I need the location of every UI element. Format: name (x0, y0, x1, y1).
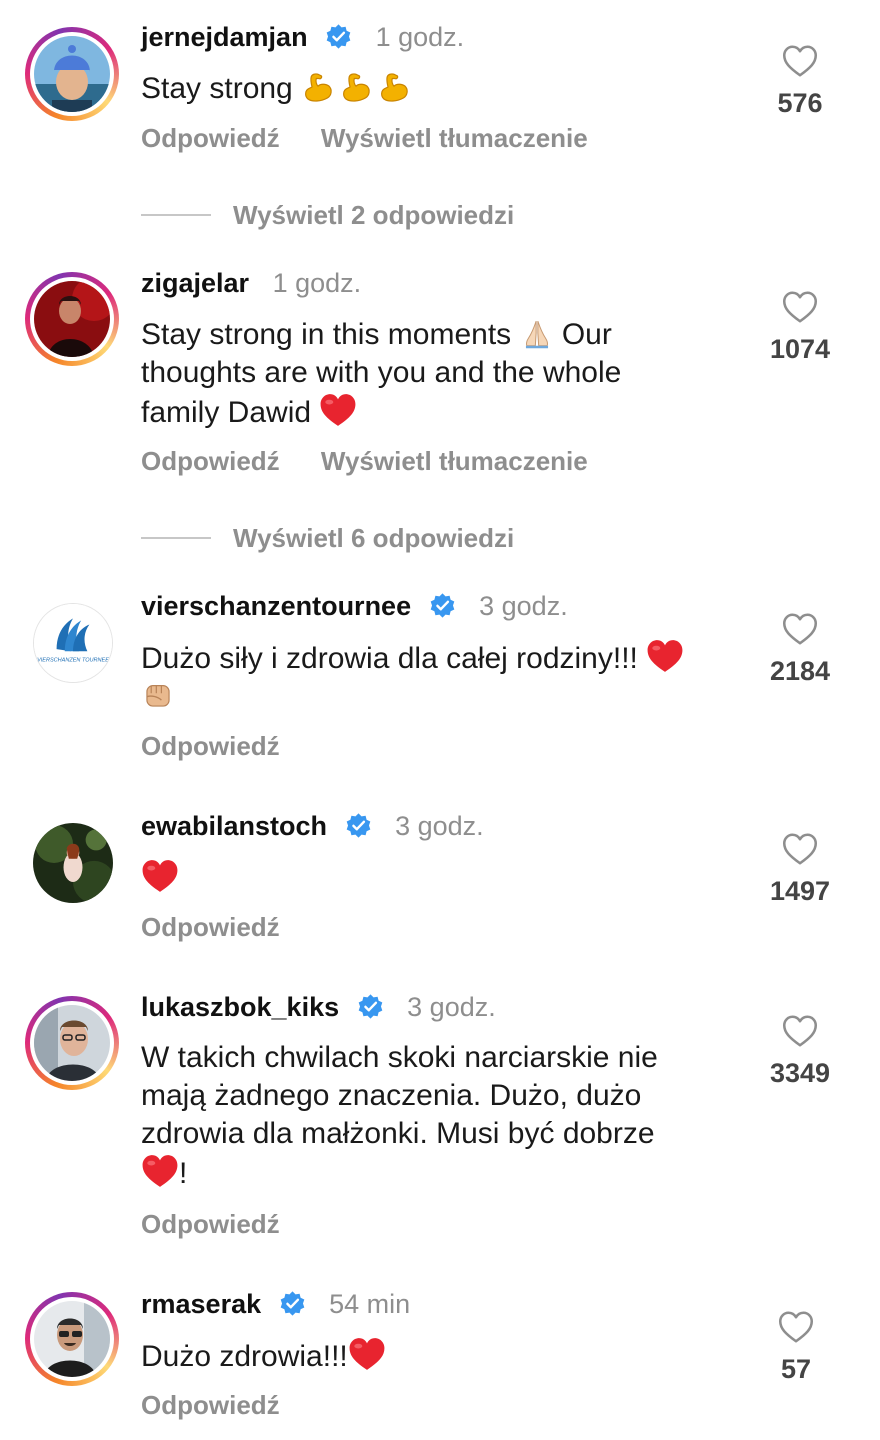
comment-time: 1 godz. (375, 22, 465, 52)
like-count: 57 (780, 1354, 812, 1384)
flexed-biceps-icon (339, 70, 373, 104)
comment-actions: Odpowiedź (141, 1209, 280, 1240)
comment-time: 3 godz. (479, 591, 568, 621)
avatar-ring[interactable] (33, 823, 113, 903)
username[interactable]: vierschanzentournee 3 godz. (141, 591, 568, 622)
reply-button[interactable]: Odpowiedź (141, 1390, 280, 1420)
logo-wordmark: VIERSCHANZEN TOURNEE (37, 657, 109, 663)
avatar[interactable] (33, 823, 113, 903)
heart-icon[interactable] (782, 1014, 818, 1048)
username[interactable]: ewabilanstoch 3 godz. (141, 811, 484, 842)
heart-icon[interactable] (778, 1310, 814, 1344)
like-control[interactable]: 1074 (760, 290, 840, 365)
comment-actions: Odpowiedź (141, 731, 280, 762)
avatar[interactable] (34, 1005, 110, 1081)
avatar[interactable] (34, 281, 110, 357)
comment-time: 3 godz. (395, 811, 484, 841)
comment-actions: Odpowiedź (141, 912, 280, 943)
red-heart-icon (348, 1336, 386, 1372)
reply-button[interactable]: Odpowiedź (141, 1209, 280, 1239)
view-replies-button[interactable]: Wyświetl 6 odpowiedzi (141, 523, 514, 554)
verified-badge-icon (357, 993, 384, 1020)
comment-actions: Odpowiedź Wyświetl tłumaczenie (141, 123, 588, 154)
like-control[interactable]: 576 (760, 44, 840, 119)
like-control[interactable]: 3349 (760, 1014, 840, 1089)
heart-icon[interactable] (782, 832, 818, 866)
avatar[interactable]: VIERSCHANZEN TOURNEE (34, 604, 112, 682)
verified-badge-icon (325, 23, 352, 50)
like-count: 3349 (769, 1058, 831, 1088)
comment-text: Stay strong (141, 70, 741, 108)
like-count: 2184 (769, 656, 831, 686)
like-count: 1074 (769, 334, 831, 364)
comment-actions: Odpowiedź Wyświetl tłumaczenie (141, 446, 588, 477)
comment-text: Dużo zdrowia!!! (141, 1336, 741, 1376)
reply-button[interactable]: Odpowiedź (141, 731, 280, 761)
username[interactable]: jernejdamjan 1 godz. (141, 22, 464, 53)
heart-icon[interactable] (782, 290, 818, 324)
divider-line (141, 214, 211, 216)
reply-button[interactable]: Odpowiedź (141, 912, 280, 942)
red-heart-icon (141, 1153, 179, 1189)
like-control[interactable]: 2184 (760, 612, 840, 687)
story-ring[interactable] (25, 27, 119, 121)
story-ring[interactable] (25, 996, 119, 1090)
folded-hands-icon (520, 316, 554, 350)
avatar[interactable] (34, 36, 110, 112)
comment-time: 54 min (329, 1289, 411, 1319)
heart-icon[interactable] (782, 612, 818, 646)
comment-text: Dużo siły i zdrowia dla całej rodziny!!! (141, 638, 751, 716)
red-heart-icon (646, 638, 684, 674)
story-ring[interactable] (25, 272, 119, 366)
avatar[interactable] (34, 1301, 110, 1377)
translate-button[interactable]: Wyświetl tłumaczenie (321, 123, 588, 153)
flexed-biceps-icon (301, 70, 335, 104)
comment-actions: Odpowiedź (141, 1390, 280, 1421)
story-ring[interactable] (25, 1292, 119, 1386)
verified-badge-icon (429, 592, 456, 619)
avatar-ring[interactable]: VIERSCHANZEN TOURNEE (33, 603, 113, 683)
flexed-biceps-icon (377, 70, 411, 104)
red-heart-icon (319, 392, 357, 428)
username[interactable]: rmaserak 54 min (141, 1289, 410, 1320)
like-control[interactable]: 1497 (760, 832, 840, 907)
reply-button[interactable]: Odpowiedź (141, 446, 280, 476)
comment-text: W takich chwilach skoki narciarskie nie … (141, 1041, 658, 1190)
like-count: 576 (777, 88, 823, 118)
view-replies-button[interactable]: Wyświetl 2 odpowiedzi (141, 200, 514, 231)
oncoming-fist-icon (141, 678, 175, 712)
comment-text: Stay strong in this moments Our thoughts… (141, 316, 622, 429)
like-control[interactable]: 57 (756, 1310, 836, 1385)
heart-icon[interactable] (782, 44, 818, 78)
username[interactable]: lukaszbok_kiks 3 godz. (141, 992, 496, 1023)
red-heart-icon (141, 858, 179, 894)
reply-button[interactable]: Odpowiedź (141, 123, 280, 153)
username[interactable]: zigajelar 1 godz. (141, 268, 361, 299)
comment-time: 3 godz. (407, 992, 496, 1022)
translate-button[interactable]: Wyświetl tłumaczenie (321, 446, 588, 476)
verified-badge-icon (345, 812, 372, 839)
divider-line (141, 537, 211, 539)
like-count: 1497 (769, 876, 831, 906)
verified-badge-icon (279, 1290, 306, 1317)
comment-text (141, 858, 741, 898)
comment-time: 1 godz. (272, 268, 362, 298)
